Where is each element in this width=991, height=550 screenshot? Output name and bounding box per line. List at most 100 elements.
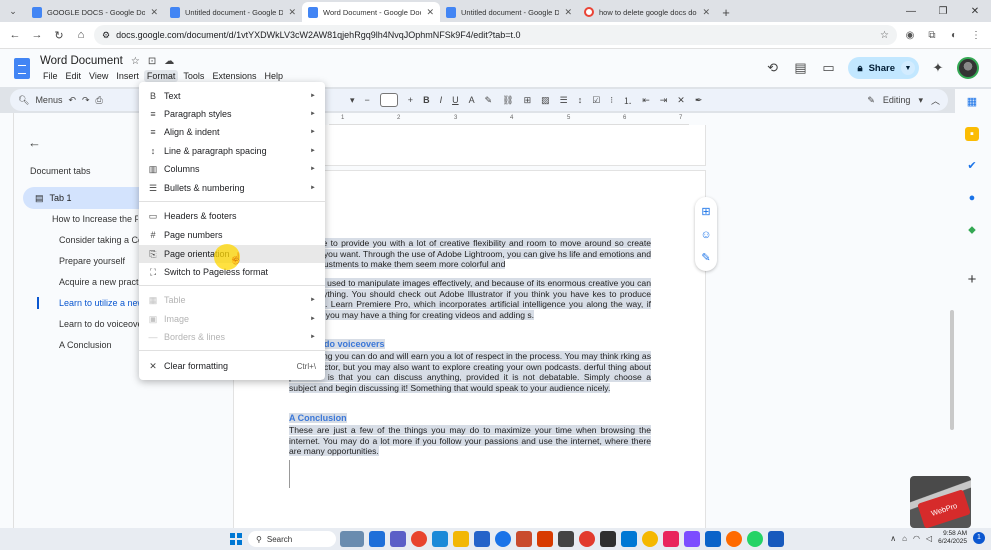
app-icon[interactable] — [558, 531, 574, 547]
windows-start-icon[interactable] — [230, 533, 242, 545]
increase-indent-icon[interactable]: ⇥ — [660, 95, 668, 106]
menu-help[interactable]: Help — [261, 70, 286, 82]
app-icon[interactable] — [516, 531, 532, 547]
close-window-icon[interactable]: ✕ — [959, 0, 991, 22]
search-menus-icon[interactable]: 🔍︎ — [18, 95, 29, 106]
headers-footers-item[interactable]: ▭ Headers & footers — [139, 207, 325, 225]
close-tab-icon[interactable]: ✕ — [426, 7, 434, 18]
bold-icon[interactable]: B — [423, 95, 430, 105]
forward-icon[interactable]: → — [28, 29, 46, 41]
star-icon[interactable]: ☆ — [131, 56, 140, 67]
wifi-icon[interactable]: ◠ — [913, 534, 920, 543]
paragraph-styles-item[interactable]: ≡ Paragraph styles ► — [139, 105, 325, 123]
move-folder-icon[interactable]: ⊡ — [148, 56, 156, 67]
browser-menu-icon[interactable]: ⋮ — [967, 30, 985, 41]
underline-icon[interactable]: U — [452, 95, 459, 105]
share-button[interactable]: 🔒︎ Share ▼ — [847, 57, 919, 79]
outline-item[interactable]: Acquire a new practic — [59, 277, 139, 287]
terminal-icon[interactable] — [600, 531, 616, 547]
bulleted-list-icon[interactable]: ⁝ — [610, 95, 613, 106]
clear-formatting-icon[interactable]: ✕ — [677, 95, 685, 106]
menus-search-label[interactable]: Menus — [35, 95, 62, 105]
app-icon[interactable] — [663, 531, 679, 547]
file-explorer-icon[interactable] — [453, 531, 469, 547]
gemini-icon[interactable]: ✦ — [929, 60, 947, 76]
close-tab-icon[interactable]: ✕ — [702, 7, 710, 18]
menu-edit[interactable]: Edit — [63, 70, 85, 82]
font-size-input[interactable] — [379, 93, 398, 107]
keep-icon[interactable]: ▪ — [965, 127, 979, 141]
paragraph[interactable]: o may be used to manipulate images effec… — [289, 278, 651, 320]
word-icon[interactable] — [768, 531, 784, 547]
editing-mode-label[interactable]: Editing — [883, 95, 911, 105]
mail-icon[interactable] — [621, 531, 637, 547]
italic-icon[interactable]: I — [440, 95, 443, 105]
profile-icon[interactable]: ◐ — [945, 30, 963, 41]
tab-search-icon[interactable]: ⌄ — [0, 0, 26, 22]
office-icon[interactable] — [537, 531, 553, 547]
whatsapp-icon[interactable] — [747, 531, 763, 547]
browser-tab[interactable]: Untitled document - Google Docs✕ — [440, 2, 578, 22]
add-comment-icon[interactable]: ⊞ — [699, 205, 713, 219]
new-tab-icon[interactable]: + — [716, 2, 736, 22]
edge-icon[interactable] — [432, 531, 448, 547]
docs-logo-icon[interactable] — [14, 58, 30, 79]
print-icon[interactable]: ⎙ — [96, 95, 103, 106]
numbered-list-icon[interactable]: ⒈ — [623, 94, 632, 107]
contacts-icon[interactable]: ● — [965, 191, 979, 205]
increase-font-icon[interactable]: + — [408, 95, 413, 105]
close-tab-icon[interactable]: ✕ — [150, 7, 158, 18]
menu-format[interactable]: Format — [143, 70, 179, 82]
clock[interactable]: 9:58 AM 6/24/2025 — [938, 530, 967, 546]
meet-icon[interactable]: ▭ — [820, 60, 838, 76]
back-arrow-icon[interactable]: ← — [28, 135, 41, 150]
close-tab-icon[interactable]: ✕ — [288, 7, 296, 18]
maps-icon[interactable]: ⬥ — [965, 223, 979, 237]
version-history-icon[interactable]: ⟲ — [764, 60, 782, 76]
paragraph[interactable]: akes care to provide you with a lot of c… — [289, 238, 651, 270]
close-tab-icon[interactable]: ✕ — [564, 7, 572, 18]
document-title[interactable]: Word Document — [40, 55, 123, 67]
app-icon[interactable] — [726, 531, 742, 547]
app-icon[interactable] — [642, 531, 658, 547]
menu-extensions[interactable]: Extensions — [209, 70, 259, 82]
minimize-icon[interactable]: — — [895, 0, 927, 22]
chevron-down-icon[interactable]: ▾ — [918, 95, 923, 106]
outline-item[interactable]: A Conclusion — [59, 340, 112, 350]
app-icon[interactable] — [579, 531, 595, 547]
highlight-icon[interactable]: ✎ — [485, 95, 493, 106]
redo-icon[interactable]: ↷ — [82, 95, 90, 106]
outline-item[interactable]: Consider taking a Cou — [59, 235, 139, 245]
restore-icon[interactable]: ❐ — [927, 0, 959, 22]
undo-icon[interactable]: ↶ — [68, 95, 76, 106]
page-numbers-item[interactable]: # Page numbers — [139, 226, 325, 244]
outline-item[interactable]: How to Increase the Pro — [52, 214, 138, 224]
suggest-edits-icon[interactable]: ✎ — [699, 251, 713, 265]
checklist-icon[interactable]: ☑ — [592, 95, 600, 106]
chevron-up-icon[interactable]: ∧ — [890, 534, 896, 543]
decrease-font-icon[interactable]: − — [365, 95, 370, 105]
store-icon[interactable] — [474, 531, 490, 547]
align-indent-item[interactable]: ≡ Align & indent ► — [139, 123, 325, 141]
align-icon[interactable]: ☰ — [560, 95, 568, 106]
bookmark-star-icon[interactable]: ☆ — [880, 30, 889, 41]
browser-tab[interactable]: GOOGLE DOCS - Google Docs ✕ — [26, 2, 164, 22]
menu-view[interactable]: View — [86, 70, 111, 82]
decrease-indent-icon[interactable]: ⇤ — [642, 95, 650, 106]
outline-item[interactable]: Learn to do voiceover — [59, 319, 139, 329]
avatar[interactable] — [957, 57, 979, 79]
editing-mode-icon[interactable]: ✎ — [867, 95, 875, 106]
link-icon[interactable]: ⛓ — [502, 95, 513, 106]
taskbar-search[interactable]: ⚲ Search — [248, 531, 336, 547]
tasks-icon[interactable]: ✔ — [965, 159, 979, 173]
chrome-icon[interactable] — [411, 531, 427, 547]
text-color-icon[interactable]: A — [469, 95, 475, 105]
browser-tab-active[interactable]: Word Document - Google Docs ✕ — [302, 2, 440, 22]
extension-icon[interactable]: ◉ — [901, 30, 919, 41]
section-heading[interactable]: A Conclusion — [289, 413, 651, 424]
add-addon-icon[interactable]: + — [965, 272, 979, 287]
app-icon[interactable] — [684, 531, 700, 547]
font-dropdown-icon[interactable]: ▾ — [350, 95, 355, 106]
line-spacing-item[interactable]: ↕ Line & paragraph spacing ► — [139, 142, 325, 160]
paragraph[interactable]: asiest thing you can do and will earn yo… — [289, 351, 651, 393]
